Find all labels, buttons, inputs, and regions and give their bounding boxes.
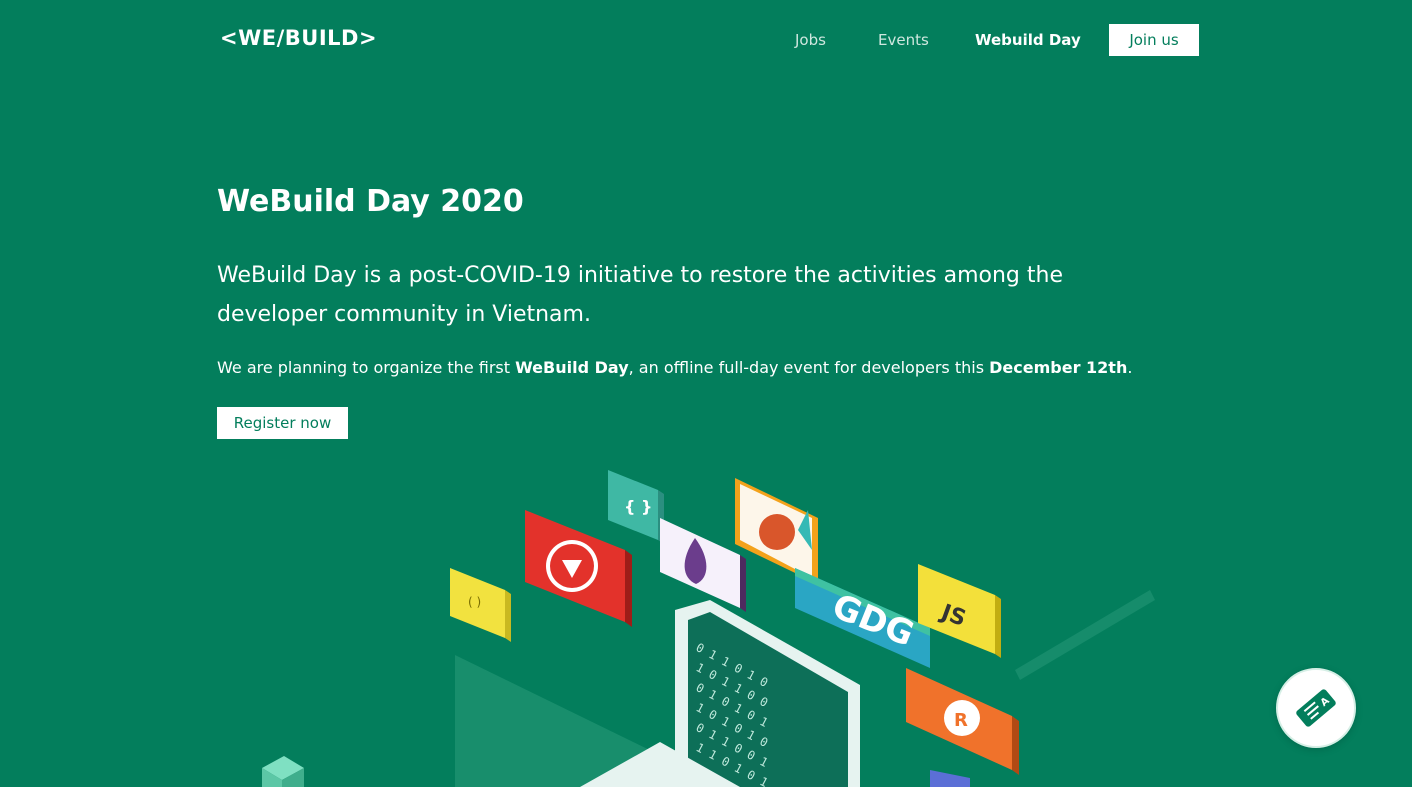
hero-lead-text: WeBuild Day is a post-COVID-19 initiativ… [217,263,1063,327]
page-title: WeBuild Day 2020 [217,184,524,219]
join-us-button[interactable]: Join us [1109,24,1199,56]
desc-suffix: . [1127,358,1133,377]
nav-link-events[interactable]: Events [878,31,929,49]
desc-middle: , an offline full-day event for develope… [628,358,990,377]
mascot-card [735,478,818,584]
desc-event-date: December 12th [989,358,1128,377]
hero-illustration: 0 1 1 0 1 0 1 0 1 1 0 0 0 1 0 1 0 1 1 0 … [262,470,1155,787]
top-navigation: <WE/BUILD> Jobs Events Webuild Day Join … [0,0,1412,80]
teal-cube-icon [262,756,304,787]
rust-icon: R [954,710,968,731]
javascript-card: JS [918,564,1001,658]
rust-card: R [906,668,1019,775]
mascot-icon [759,514,795,550]
ticket-icon: A [1296,689,1336,727]
partial-card [930,770,970,787]
nav-link-webuild-day[interactable]: Webuild Day [975,31,1081,49]
desc-event-name: WeBuild Day [515,358,629,377]
elixir-card [660,518,746,612]
desc-prefix: We are planning to organize the first [217,358,516,377]
braces-icon: { } [624,497,652,516]
gdg-card: GDG [795,568,930,668]
nav-link-jobs[interactable]: Jobs [795,31,826,49]
ruby-card [525,510,632,627]
floor-stripe [1015,590,1155,680]
gdg-icon: GDG [827,586,920,655]
hero-description: We are planning to organize the first We… [217,358,1217,377]
webuild-logo[interactable]: <WE/BUILD> [220,26,377,50]
braces-card: { } [608,470,664,544]
ticket-fab-button[interactable]: A [1276,668,1356,748]
register-now-button[interactable]: Register now [217,407,348,439]
parens-icon: ( ) [468,595,481,609]
parens-card: ( ) [450,568,511,642]
